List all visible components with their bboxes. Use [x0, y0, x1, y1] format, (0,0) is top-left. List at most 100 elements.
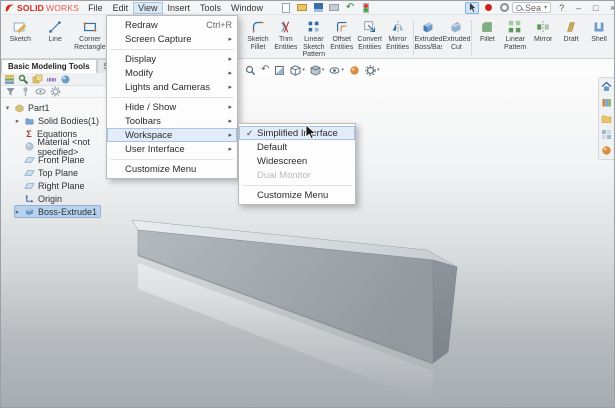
- appearances-icon[interactable]: [601, 145, 612, 156]
- linear-pattern-button[interactable]: Linear Pattern: [501, 16, 529, 59]
- fillet-button[interactable]: Fillet: [473, 16, 501, 59]
- previous-view-icon[interactable]: ↶: [260, 63, 270, 77]
- edit-appearance-icon[interactable]: [348, 63, 361, 77]
- tree-item-top-plane[interactable]: Top Plane: [14, 166, 82, 179]
- draft-icon: [563, 19, 579, 35]
- menu-item-toolbars[interactable]: Toolbars ▸: [107, 114, 237, 128]
- corner-rectangle-button[interactable]: Corner Rectangle: [73, 16, 108, 51]
- tree-item-solid-bodies[interactable]: ▸ Solid Bodies(1): [14, 114, 103, 127]
- menu-separator: [242, 185, 352, 186]
- menu-window[interactable]: Window: [226, 2, 268, 14]
- configurationmanager-tab-icon[interactable]: [32, 74, 43, 85]
- print-icon[interactable]: [327, 2, 341, 14]
- section-view-icon[interactable]: [273, 63, 286, 77]
- menu-item-workspace[interactable]: Workspace ▸: [107, 128, 237, 142]
- view-palette-icon[interactable]: [601, 129, 612, 140]
- selection-arrow-icon[interactable]: [465, 2, 479, 14]
- menu-item-customize-menu[interactable]: Customize Menu: [107, 162, 237, 176]
- solidworks-logo-icon: [5, 3, 15, 13]
- linear-sketch-pattern-icon: [306, 19, 322, 35]
- pin-icon[interactable]: [20, 86, 31, 97]
- view-orientation-icon[interactable]: ▾: [289, 63, 306, 77]
- tree-item-boss-extrude1[interactable]: ▸ Boss-Extrude1: [14, 205, 101, 218]
- dimxpertmanager-tab-icon[interactable]: [46, 74, 57, 85]
- view-settings-icon[interactable]: ▾: [364, 63, 381, 77]
- new-document-icon[interactable]: [279, 2, 293, 14]
- submenu-item-dual-monitor: Dual Monitor: [239, 168, 355, 182]
- extruded-boss-base-button[interactable]: Extruded Boss/Base: [415, 16, 443, 59]
- filter-icon[interactable]: [5, 86, 16, 97]
- trim-entities-button[interactable]: Trim Entities: [272, 16, 300, 59]
- expand-arrow-icon[interactable]: ▸: [14, 117, 21, 125]
- titlebar-right: Sea ▾ ? – □ ×: [512, 2, 615, 13]
- settings-icon[interactable]: [50, 86, 61, 97]
- open-icon[interactable]: [295, 2, 309, 14]
- plane-icon: [24, 167, 35, 178]
- displaymanager-tab-icon[interactable]: [60, 74, 71, 85]
- feature-tools-group: Sketch Fillet Trim Entities Linear Sketc…: [244, 16, 613, 59]
- menu-item-modify[interactable]: Modify ▸: [107, 66, 237, 80]
- macro-record-icon[interactable]: [481, 2, 495, 14]
- view-dropdown-menu: Redraw Ctrl+R Screen Capture ▸ Display ▸…: [106, 15, 238, 179]
- collapse-arrow-icon[interactable]: ▾: [4, 104, 11, 112]
- menu-file[interactable]: File: [83, 2, 108, 14]
- shell-button[interactable]: Shell: [585, 16, 613, 59]
- submenu-item-simplified-interface[interactable]: ✓ Simplified Interface: [239, 126, 355, 140]
- tree-item-right-plane[interactable]: Right Plane: [14, 179, 89, 192]
- menu-item-display[interactable]: Display ▸: [107, 52, 237, 66]
- minimize-button[interactable]: –: [572, 3, 585, 13]
- undo-icon[interactable]: ↶: [343, 2, 357, 14]
- quick-access-toolbar: ↶: [278, 2, 512, 14]
- menu-item-user-interface[interactable]: User Interface ▸: [107, 142, 237, 156]
- sketch-button[interactable]: Sketch: [3, 16, 38, 51]
- menu-view[interactable]: View: [133, 2, 162, 14]
- hide-show-items-icon[interactable]: ▾: [328, 63, 345, 77]
- propertymanager-tab-icon[interactable]: [18, 74, 29, 85]
- save-icon[interactable]: [311, 2, 325, 14]
- file-explorer-icon[interactable]: [601, 113, 612, 124]
- mirror-entities-button[interactable]: Mirror Entities: [384, 16, 412, 59]
- zoom-fit-icon[interactable]: [244, 63, 257, 77]
- menu-item-lights-and-cameras[interactable]: Lights and Cameras ▸: [107, 80, 237, 94]
- search-box[interactable]: Sea ▾: [512, 2, 551, 13]
- menu-item-screen-capture[interactable]: Screen Capture ▸: [107, 32, 237, 46]
- convert-entities-button[interactable]: Convert Entities: [356, 16, 384, 59]
- resources-icon[interactable]: [601, 81, 612, 92]
- tree-item-part1[interactable]: ▾ Part1: [4, 101, 54, 114]
- tree-item-front-plane[interactable]: Front Plane: [14, 153, 89, 166]
- draft-button[interactable]: Draft: [557, 16, 585, 59]
- close-button[interactable]: ×: [606, 3, 615, 13]
- display-style-icon[interactable]: ▾: [309, 63, 326, 77]
- design-library-icon[interactable]: [601, 97, 612, 108]
- solidworks-logo[interactable]: SOLIDWORKS: [1, 3, 83, 13]
- sketch-icon: [12, 19, 28, 35]
- check-icon: ✓: [242, 128, 257, 139]
- options-icon[interactable]: [497, 2, 511, 14]
- expand-arrow-icon[interactable]: ▸: [14, 208, 21, 216]
- tab-basic-modeling-tools[interactable]: Basic Modeling Tools: [1, 59, 97, 73]
- linear-sketch-pattern-button[interactable]: Linear Sketch Pattern: [300, 16, 328, 59]
- menu-item-redraw[interactable]: Redraw Ctrl+R: [107, 18, 237, 32]
- tree-item-origin[interactable]: Origin: [14, 192, 66, 205]
- submenu-item-widescreen[interactable]: Widescreen: [239, 154, 355, 168]
- offset-entities-button[interactable]: Offset Entities: [328, 16, 356, 59]
- help-button[interactable]: ?: [555, 3, 568, 13]
- menu-edit[interactable]: Edit: [108, 2, 134, 14]
- sketch-fillet-button[interactable]: Sketch Fillet: [244, 16, 272, 59]
- visibility-icon[interactable]: [35, 86, 46, 97]
- featuremanager-tab-icon[interactable]: [4, 74, 15, 85]
- menu-tools[interactable]: Tools: [195, 2, 226, 14]
- mirror-button[interactable]: Mirror: [529, 16, 557, 59]
- submenu-item-default[interactable]: Default: [239, 140, 355, 154]
- submenu-item-customize-menu[interactable]: Customize Menu: [239, 188, 355, 202]
- submenu-arrow-icon: ▸: [223, 69, 232, 77]
- toolbar-separator: [413, 20, 414, 55]
- extruded-cut-button[interactable]: Extruded Cut: [442, 16, 470, 59]
- command-tab-strip: Basic Modeling Tools SOL: [1, 59, 123, 73]
- menu-insert[interactable]: Insert: [163, 2, 196, 14]
- menu-item-hide-show[interactable]: Hide / Show ▸: [107, 100, 237, 114]
- line-button[interactable]: Line: [38, 16, 73, 51]
- menu-separator: [110, 49, 234, 50]
- maximize-button[interactable]: □: [589, 3, 602, 13]
- rebuild-icon[interactable]: [359, 2, 373, 14]
